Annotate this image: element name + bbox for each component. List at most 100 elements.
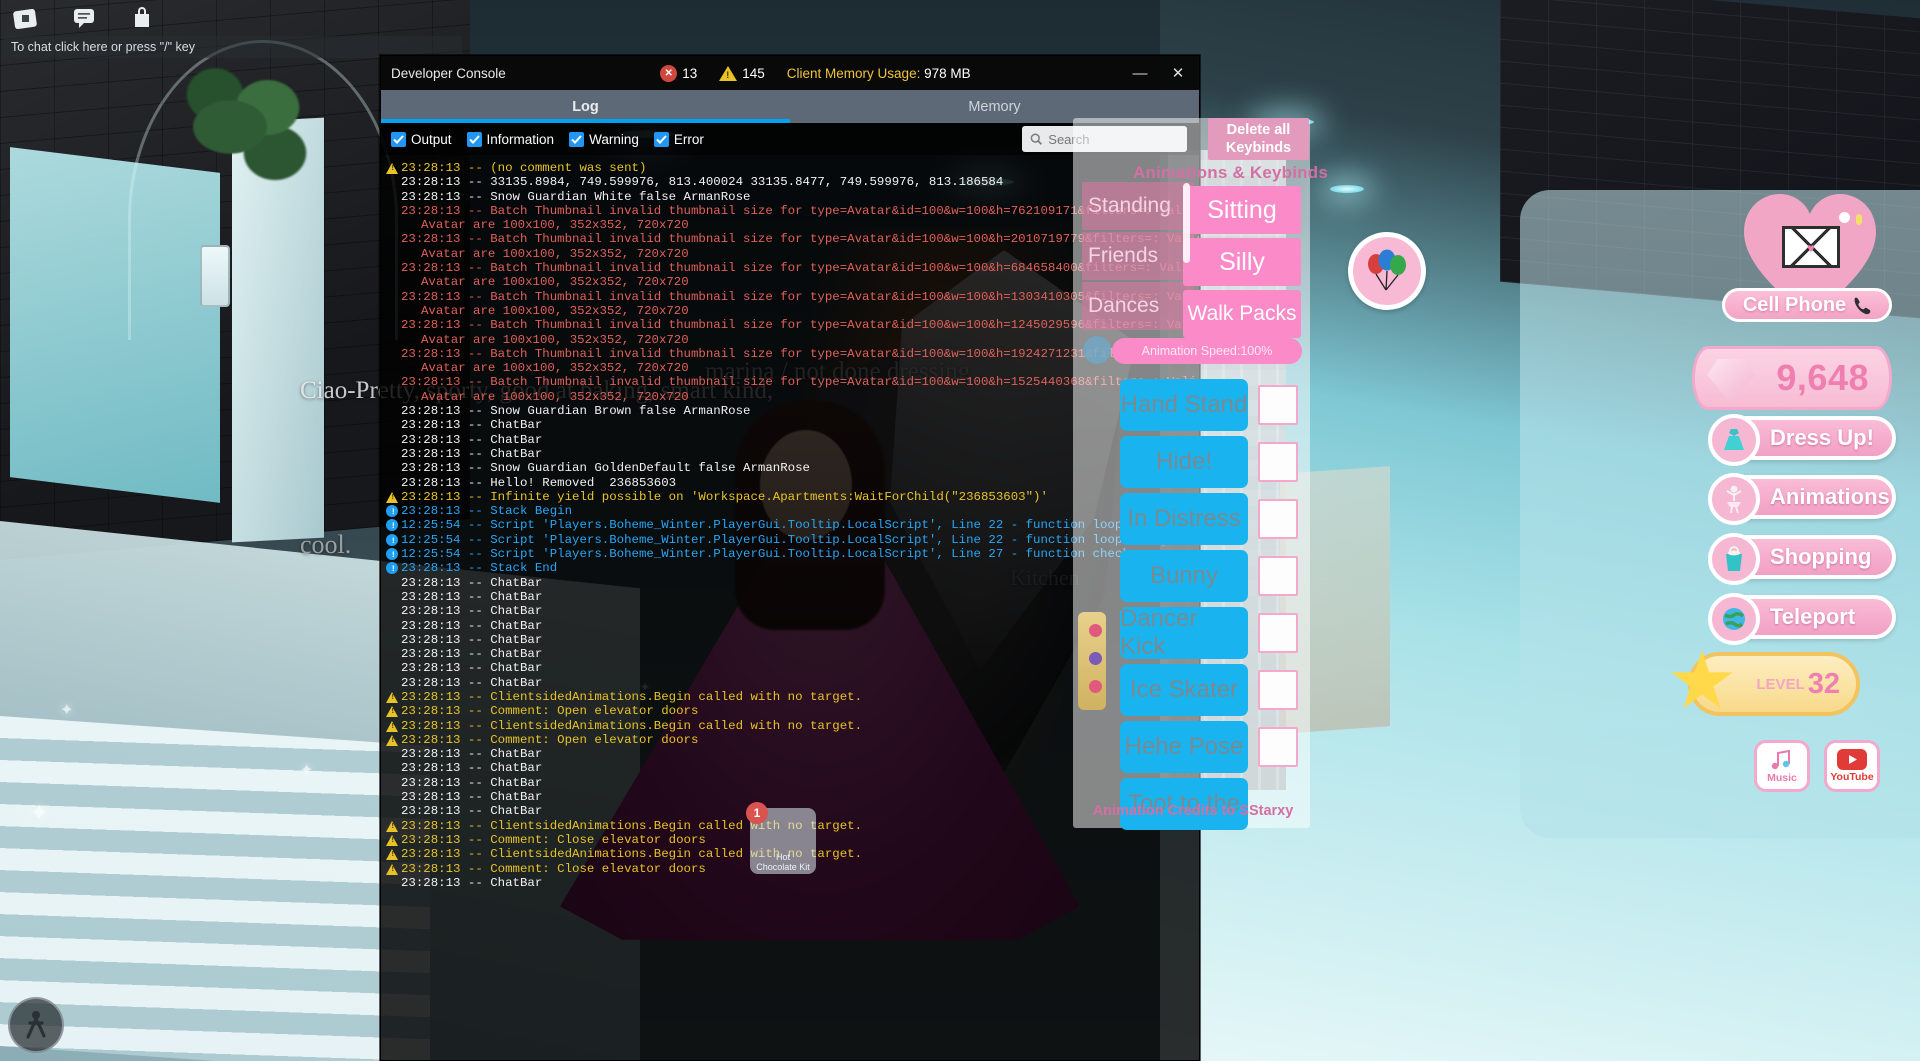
cell-phone-button[interactable]: Cell Phone (1722, 288, 1892, 322)
no-icon (385, 232, 401, 246)
warning-icon (385, 833, 401, 847)
balloons-icon (1368, 249, 1406, 291)
no-icon (385, 647, 401, 661)
dress-up-button[interactable]: Dress Up! (1708, 414, 1896, 466)
level-number: 32 (1807, 667, 1840, 700)
animation-in-distress[interactable]: In Distress (1120, 493, 1248, 545)
no-icon (385, 375, 401, 389)
warning-count: 145 (742, 65, 765, 81)
category-silly[interactable]: Silly (1183, 238, 1301, 286)
envelope-icon: ♥ (1782, 226, 1840, 268)
animation-ice-skater[interactable]: Ice Skater (1120, 664, 1248, 716)
no-icon (385, 661, 401, 675)
console-log-row: 23:28:13 -- ChatBar (381, 876, 1199, 890)
animations-scrollbar[interactable] (1183, 183, 1190, 263)
keybind-box[interactable] (1258, 727, 1298, 767)
category-dances[interactable]: Dances (1082, 282, 1194, 330)
animation-credits: Animation Credits to SStarxy (1092, 803, 1294, 819)
no-icon (385, 175, 401, 189)
keybind-box[interactable] (1258, 613, 1298, 653)
keybind-box[interactable] (1258, 385, 1298, 425)
filter-information[interactable]: Information (466, 131, 554, 147)
animation-hand-stand[interactable]: Hand Stand (1120, 379, 1248, 431)
category-friends[interactable]: Friends (1082, 232, 1194, 280)
ceiling-lamp (1330, 185, 1364, 193)
checkbox-checked-icon (653, 131, 669, 147)
memory-label: Client Memory Usage: (786, 65, 921, 81)
keybind-box[interactable] (1258, 670, 1298, 710)
no-icon (385, 247, 401, 261)
gem-count: 9,648 (1776, 357, 1869, 398)
animation-speed-slider[interactable]: Animation Speed:100% (1112, 338, 1302, 364)
delete-all-keybinds-button[interactable]: Delete all Keybinds (1208, 118, 1309, 160)
walk-toggle-button[interactable] (8, 997, 64, 1053)
music-button[interactable]: Music (1754, 740, 1810, 792)
item-name-line1: Hot (775, 852, 790, 862)
no-icon (385, 476, 401, 490)
animation-dancer-kick[interactable]: Dancer Kick (1120, 605, 1248, 660)
dress-up-label: Dress Up! (1770, 425, 1874, 450)
no-icon (385, 304, 401, 318)
warning-icon (385, 161, 401, 175)
youtube-icon (1837, 749, 1867, 770)
keybind-box[interactable] (1258, 499, 1298, 539)
error-counter[interactable]: ✕ 13 (660, 64, 698, 82)
item-count-badge: 1 (746, 802, 768, 824)
shopping-bag-icon (1708, 533, 1760, 585)
warning-icon (719, 65, 738, 81)
error-icon: ✕ (660, 64, 678, 82)
no-icon (385, 218, 401, 232)
no-icon (385, 590, 401, 604)
animation-hehe-pose[interactable]: Hehe Pose (1120, 721, 1248, 773)
animation-pink-column: Sitting Silly Walk Packs (1183, 186, 1301, 342)
minimize-button[interactable]: — (1125, 59, 1155, 87)
hot-chocolate-kit-item[interactable]: 1 Hot Chocolate Kit (746, 802, 816, 874)
chat-icon[interactable] (66, 3, 102, 33)
youtube-button[interactable]: YouTube (1824, 740, 1880, 792)
balloons-button[interactable] (1348, 232, 1426, 310)
filter-error[interactable]: Error (653, 131, 704, 147)
keybind-box[interactable] (1258, 442, 1298, 482)
window (200, 245, 230, 307)
animation-speed-knob[interactable] (1083, 336, 1111, 364)
side-gem-icon (1089, 624, 1102, 637)
no-icon (385, 204, 401, 218)
heart-highlight-dot (1839, 212, 1850, 223)
no-icon (385, 361, 401, 375)
console-title-bar: Developer Console ✕ 13 145 Client Memory… (381, 56, 1199, 90)
youtube-label: YouTube (1830, 771, 1874, 783)
checkbox-checked-icon (466, 131, 482, 147)
category-sitting[interactable]: Sitting (1183, 186, 1301, 234)
filter-output-label: Output (411, 131, 452, 147)
side-gem-icon (1089, 652, 1102, 665)
warning-counter[interactable]: 145 (719, 65, 765, 81)
filter-warning-label: Warning (589, 131, 639, 147)
error-count: 13 (682, 65, 698, 81)
keybind-column (1258, 385, 1298, 784)
info-icon (385, 518, 401, 532)
music-note-icon (1771, 749, 1790, 769)
filter-warning[interactable]: Warning (569, 131, 639, 147)
phone-icon (1854, 297, 1871, 315)
animation-bunny[interactable]: Bunny (1120, 550, 1248, 602)
gem-balance-badge: 9,648 (1692, 346, 1892, 410)
tab-log[interactable]: Log (381, 90, 790, 123)
keybind-box[interactable] (1258, 556, 1298, 596)
close-button[interactable]: ✕ (1163, 59, 1193, 87)
no-icon (385, 347, 401, 361)
category-walk-packs[interactable]: Walk Packs (1183, 290, 1301, 338)
no-icon (385, 619, 401, 633)
category-standing[interactable]: Standing (1082, 182, 1194, 230)
shopping-button[interactable]: Shopping (1708, 533, 1896, 585)
level-word: LEVEL (1756, 675, 1805, 693)
filter-output[interactable]: Output (391, 131, 452, 147)
heart-icon: ♥ (1807, 240, 1815, 256)
warning-icon (385, 704, 401, 718)
teleport-button[interactable]: Teleport (1708, 593, 1896, 645)
side-gem-icon (1089, 680, 1102, 693)
backpack-icon[interactable] (124, 3, 160, 33)
animations-button[interactable]: Animations (1708, 473, 1896, 525)
roblox-logo-icon[interactable] (8, 3, 44, 33)
search-icon (1030, 133, 1042, 145)
animation-hide[interactable]: Hide! (1120, 436, 1248, 488)
